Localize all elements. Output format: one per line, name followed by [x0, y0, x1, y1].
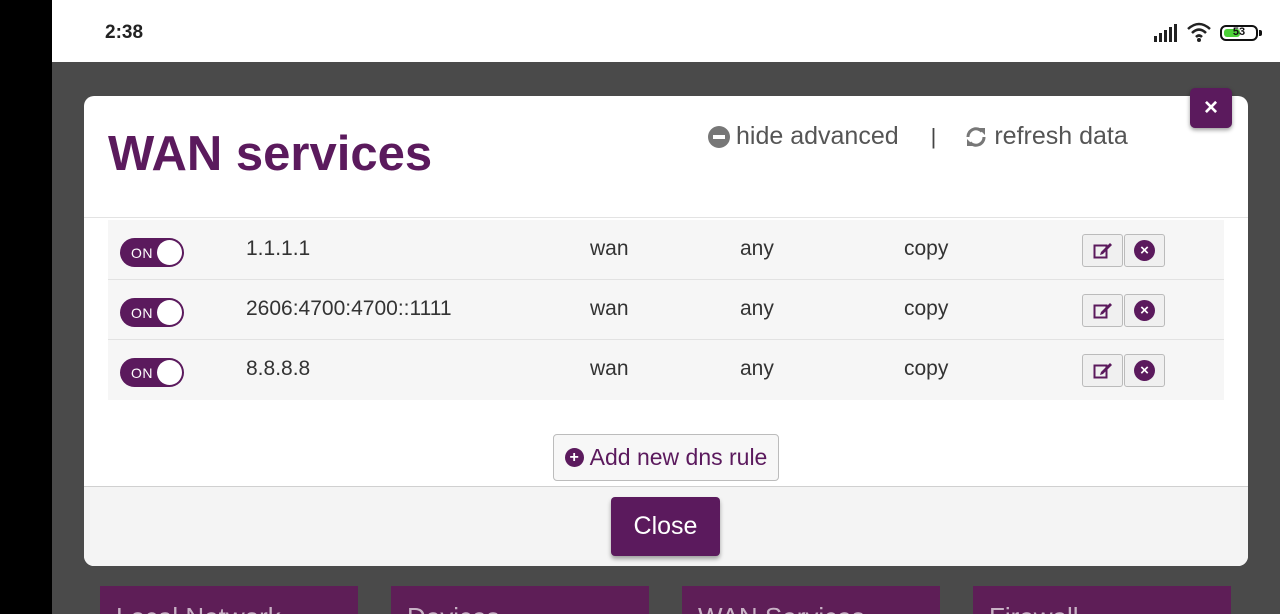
rule-toggle[interactable]: ON — [120, 238, 184, 267]
close-icon: × — [1203, 94, 1218, 121]
signal-icon — [1154, 24, 1177, 42]
rule-interface: wan — [590, 357, 629, 380]
delete-button[interactable]: × — [1124, 354, 1165, 387]
wan-services-modal: WAN services hide advanced | refresh dat… — [84, 96, 1248, 566]
dns-rules-list: ON 1.1.1.1 wan any copy × ON 2606:4700:4… — [108, 220, 1224, 400]
toggle-label: ON — [131, 245, 153, 261]
plus-circle-icon: + — [564, 448, 584, 467]
status-bar: 2:38 53 — [52, 0, 1280, 62]
edit-icon — [1093, 242, 1112, 258]
battery-percent: 53 — [1232, 26, 1246, 38]
bg-tile-devices[interactable]: Devices — [391, 586, 649, 614]
rule-row: ON 1.1.1.1 wan any copy × — [108, 220, 1224, 280]
rule-mode: copy — [904, 237, 949, 260]
delete-button[interactable]: × — [1124, 234, 1165, 267]
delete-button[interactable]: × — [1124, 294, 1165, 327]
rule-interface: wan — [590, 237, 629, 260]
toggle-label: ON — [131, 305, 153, 321]
wifi-icon — [1187, 22, 1211, 42]
add-dns-rule-label: Add new dns rule — [589, 444, 768, 470]
battery-icon: 53 — [1220, 25, 1262, 41]
delete-icon: × — [1134, 360, 1155, 381]
add-dns-rule-button[interactable]: + Add new dns rule — [553, 434, 779, 481]
status-time: 2:38 — [105, 22, 144, 43]
toggle-label: ON — [131, 365, 153, 381]
header-divider — [84, 217, 1248, 218]
edit-icon — [1093, 362, 1112, 378]
edit-button[interactable] — [1082, 294, 1123, 327]
edit-button[interactable] — [1082, 354, 1123, 387]
minus-circle-icon — [708, 125, 730, 148]
delete-icon: × — [1134, 300, 1155, 321]
bg-tile-local-network[interactable]: Local Network — [100, 586, 358, 614]
rule-row: ON 2606:4700:4700::1111 wan any copy × — [108, 280, 1224, 340]
hide-advanced-label: hide advanced — [736, 122, 899, 150]
hide-advanced-link[interactable]: hide advanced — [708, 122, 899, 151]
rule-toggle[interactable]: ON — [120, 298, 184, 327]
rule-address: 8.8.8.8 — [246, 357, 311, 380]
delete-icon: × — [1134, 240, 1155, 261]
action-separator: | — [930, 123, 937, 149]
refresh-icon — [966, 126, 986, 147]
header-actions: hide advanced | refresh data — [708, 122, 1128, 151]
refresh-data-link[interactable]: refresh data — [964, 122, 1128, 151]
rule-protocol: any — [740, 297, 774, 320]
rule-protocol: any — [740, 237, 774, 260]
bg-tile-wan-services[interactable]: WAN Services — [682, 586, 940, 614]
close-button[interactable]: Close — [611, 497, 720, 556]
rule-toggle[interactable]: ON — [120, 358, 184, 387]
modal-close-x-button[interactable]: × — [1190, 88, 1232, 128]
bg-tile-firewall[interactable]: Firewall — [973, 586, 1231, 614]
edit-icon — [1093, 302, 1112, 318]
rule-address: 1.1.1.1 — [246, 237, 311, 260]
modal-footer: Close — [84, 486, 1248, 566]
rule-interface: wan — [590, 297, 629, 320]
modal-title: WAN services — [108, 127, 433, 181]
rule-protocol: any — [740, 357, 774, 380]
rule-mode: copy — [904, 357, 949, 380]
rule-row: ON 8.8.8.8 wan any copy × — [108, 340, 1224, 400]
edit-button[interactable] — [1082, 234, 1123, 267]
rule-address: 2606:4700:4700::1111 — [246, 297, 452, 320]
refresh-data-label: refresh data — [994, 122, 1128, 150]
rule-mode: copy — [904, 297, 949, 320]
